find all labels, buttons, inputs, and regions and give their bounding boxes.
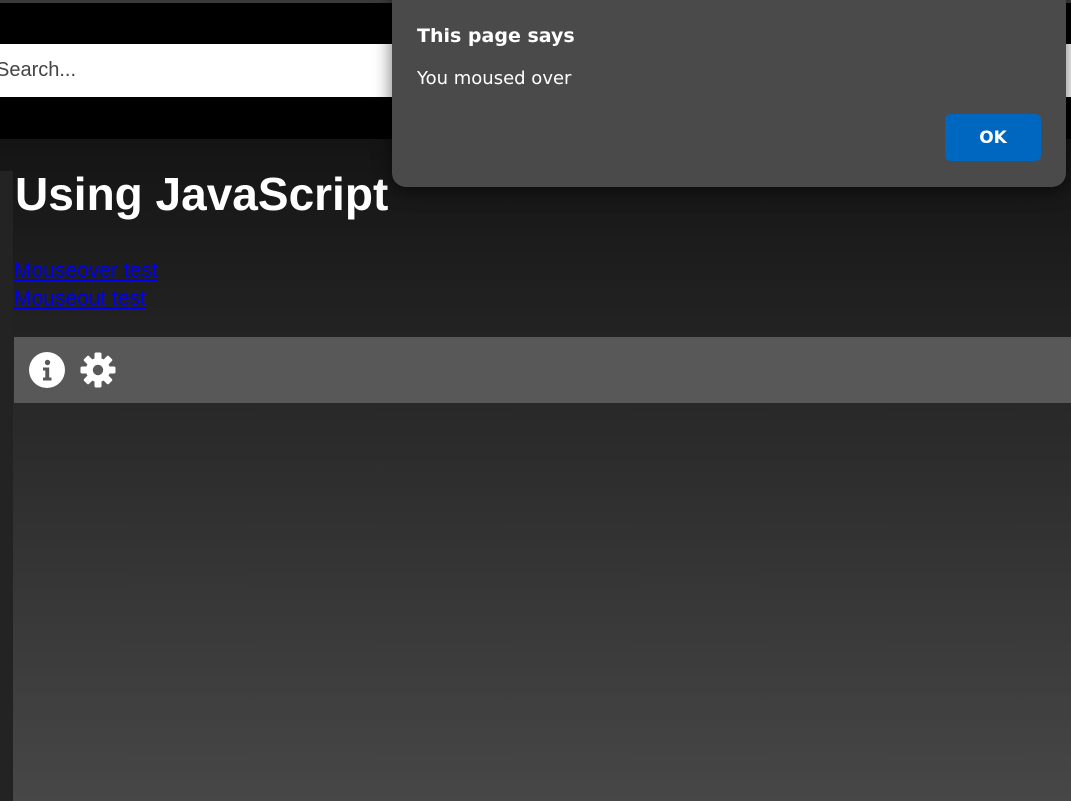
mouseover-test-link[interactable]: Mouseover test [14, 257, 158, 285]
link-list: Mouseover test Mouseout test [14, 257, 158, 313]
dialog-title: This page says [417, 25, 575, 47]
dialog-message: You moused over [417, 68, 572, 89]
page-title: Using JavaScript [15, 168, 389, 220]
ok-button[interactable]: OK [945, 114, 1041, 161]
info-icon[interactable] [28, 351, 66, 389]
gear-icon[interactable] [79, 351, 117, 389]
toolbar [14, 337, 1071, 403]
browser-page: Using JavaScript Mouseover test Mouseout… [0, 0, 1071, 801]
left-rail [0, 171, 13, 801]
main-content [0, 139, 1071, 801]
alert-dialog: This page says You moused over OK [392, 0, 1066, 187]
mouseout-test-link[interactable]: Mouseout test [14, 285, 158, 313]
